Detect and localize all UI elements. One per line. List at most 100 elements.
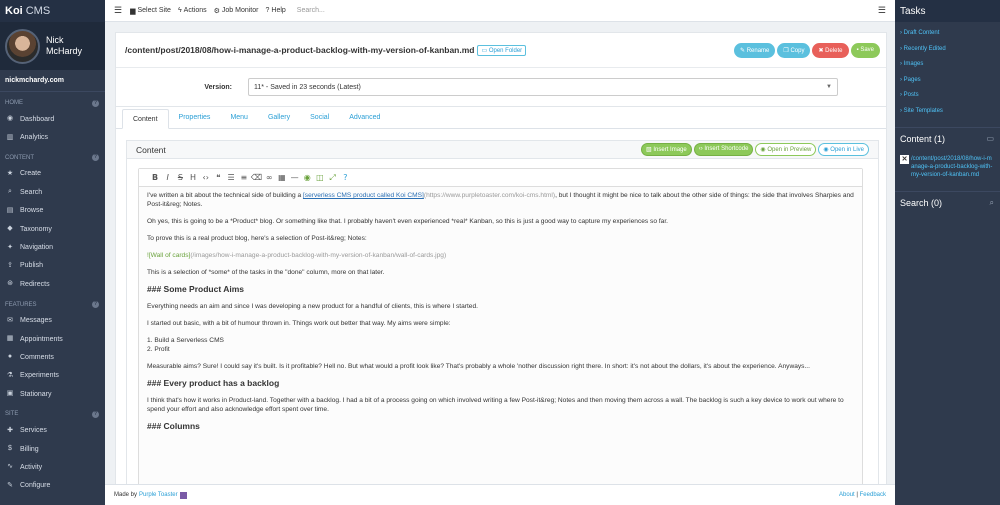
site-name[interactable]: nickmchardy.com [0, 70, 105, 92]
sidebar-item-label: Browse [20, 207, 44, 215]
sidebar-item-publish[interactable]: ⇪ Publish [0, 257, 105, 275]
sidebar-item-configure[interactable]: ✎ Configure [0, 477, 105, 495]
tab-gallery[interactable]: Gallery [258, 108, 300, 128]
version-select[interactable]: 11* - Saved in 23 seconds (Latest) ▼ [248, 78, 838, 96]
table-icon[interactable]: ▦ [276, 173, 288, 182]
open-live-label: Open in Live [830, 147, 864, 153]
about-link[interactable]: About [839, 492, 855, 498]
search-input[interactable]: Search... [297, 7, 325, 14]
folder-open-icon[interactable]: ▭ [986, 134, 994, 143]
task-link-recently-edited[interactable]: › Recently Edited [900, 46, 995, 62]
search-section-header[interactable]: Search (0) ⌕ [895, 191, 1000, 213]
cube-logo-icon [179, 491, 187, 499]
editor-toolbar: B I S H ‹› ❝ ☰ ≡ ⌫ ∞ ▦ — ◉ ◫ ⤢ ? [139, 169, 862, 187]
tab-advanced[interactable]: Advanced [339, 108, 390, 128]
link-icon[interactable]: ∞ [263, 173, 275, 182]
ordered-list-icon[interactable]: ≡ [238, 173, 250, 182]
close-icon[interactable]: ✕ [900, 155, 909, 164]
delete-button[interactable]: ✖ Delete [812, 42, 849, 58]
editor-textarea[interactable]: I've written a bit about the technical s… [139, 187, 862, 505]
sidebar-item-navigation[interactable]: ✦ Navigation [0, 238, 105, 256]
open-folder-button[interactable]: ▭ Open Folder [477, 44, 527, 56]
help-circle-icon[interactable]: ? [339, 173, 351, 182]
sidebar-section-header: Site? [0, 407, 105, 421]
folder-icon: ▤ [6, 206, 14, 214]
sidebar-item-analytics[interactable]: ▥ Analytics [0, 128, 105, 146]
sidebar-item-experiments[interactable]: ⚗ Experiments [0, 367, 105, 385]
task-link-site-templates[interactable]: › Site Templates [900, 108, 995, 124]
chevron-down-icon: ▼ [826, 84, 832, 90]
heading: ### Columns [147, 421, 200, 431]
sidebar-item-search[interactable]: ⌕ Search [0, 183, 105, 201]
job-monitor-button[interactable]: ⚙ Job Monitor [214, 7, 259, 15]
question-icon[interactable]: ? [92, 99, 99, 107]
italic-icon[interactable]: I [162, 173, 174, 182]
section-label: Features [5, 301, 37, 308]
open-preview-button[interactable]: ◉ Open in Preview [755, 143, 817, 156]
sidebar-item-label: Publish [20, 262, 43, 270]
insert-buttons: ▧ Insert Image ‹› Insert Shortcode ◉ Ope… [641, 143, 869, 156]
sidebar-item-dashboard[interactable]: ◉ Dashboard [0, 110, 105, 128]
side-by-side-icon[interactable]: ◫ [314, 173, 326, 182]
task-link-pages[interactable]: › Pages [900, 77, 995, 93]
sidebar-item-billing[interactable]: $ Billing [0, 440, 105, 458]
task-link-draft-content[interactable]: › Draft Content [900, 30, 995, 46]
code-icon[interactable]: ‹› [200, 173, 212, 182]
brand-logo[interactable]: Koi CMS [0, 0, 105, 22]
task-link-label: Draft Content [903, 30, 940, 36]
fullscreen-icon[interactable]: ⤢ [327, 173, 339, 183]
insert-image-button[interactable]: ▧ Insert Image [641, 143, 692, 156]
user-profile[interactable]: Nick McHardy [0, 22, 105, 70]
sidebar-item-services[interactable]: ✚ Services [0, 421, 105, 439]
content-section-header[interactable]: Content (1) ▭ [895, 127, 1000, 149]
tab-content[interactable]: Content [122, 109, 169, 129]
horizontal-rule-icon[interactable]: — [289, 173, 301, 182]
menu-toggle-icon[interactable]: ☰ [114, 5, 122, 16]
help-button[interactable]: ? Help [265, 7, 285, 14]
envelope-icon: ✉ [7, 316, 13, 324]
company-link[interactable]: Purple Toaster [139, 492, 178, 498]
clean-block-icon[interactable]: ⌫ [251, 173, 263, 182]
tab-menu[interactable]: Menu [220, 108, 258, 128]
cogs-icon: ⚙ [213, 7, 220, 15]
image-alt: ![Wall of cards] [147, 252, 191, 259]
sidebar-section-header: Content? [0, 151, 105, 165]
copy-button[interactable]: ❐ Copy [777, 42, 811, 58]
footer-separator: | [856, 492, 858, 498]
sidebar-item-comments[interactable]: ● Comments [0, 348, 105, 366]
tasks-toggle-icon[interactable]: ☰ [878, 5, 886, 16]
open-live-button[interactable]: ◉ Open in Live [818, 143, 869, 156]
preview-eye-icon[interactable]: ◉ [301, 173, 313, 182]
sidebar-item-stationary[interactable]: ▣ Stationary [0, 385, 105, 403]
strikethrough-icon[interactable]: S [174, 173, 186, 182]
sidebar-item-create[interactable]: ★ Create [0, 165, 105, 183]
tab-social[interactable]: Social [300, 108, 339, 128]
tab-properties[interactable]: Properties [169, 108, 221, 128]
question-icon[interactable]: ? [92, 410, 99, 418]
question-icon[interactable]: ? [92, 301, 99, 309]
quote-icon[interactable]: ❝ [212, 173, 224, 182]
content-file-item[interactable]: ✕ /content/post/2018/08/how-i-manage-a-p… [895, 149, 1000, 185]
rename-button[interactable]: ✎ Rename [733, 42, 776, 58]
sidebar-item-browse[interactable]: ▤ Browse [0, 202, 105, 220]
sidebar-item-label: Search [20, 188, 43, 196]
task-link-posts[interactable]: › Posts [900, 92, 995, 108]
sidebar-item-taxonomy[interactable]: ◆ Taxonomy [0, 220, 105, 238]
sidebar-item-activity[interactable]: ∿ Activity [0, 458, 105, 476]
left-sidebar: Koi CMS Nick McHardy nickmchardy.com Home… [0, 0, 105, 505]
actions-button[interactable]: ϟ Actions [178, 7, 207, 14]
sidebar-item-label: Redirects [20, 280, 50, 288]
bold-icon[interactable]: B [149, 173, 161, 182]
feedback-link[interactable]: Feedback [860, 492, 886, 498]
sidebar-item-redirects[interactable]: ⊛ Redirects [0, 275, 105, 293]
task-link-images[interactable]: › Images [900, 61, 995, 77]
question-icon[interactable]: ? [92, 154, 99, 162]
search-icon[interactable]: ⌕ [990, 198, 994, 208]
unordered-list-icon[interactable]: ☰ [225, 173, 237, 182]
heading-icon[interactable]: H [187, 173, 199, 182]
insert-shortcode-button[interactable]: ‹› Insert Shortcode [693, 143, 754, 156]
select-site-button[interactable]: ▆ Select Site [130, 7, 171, 15]
sidebar-item-appointments[interactable]: ▦ Appointments [0, 330, 105, 348]
save-button[interactable]: ▪ Save [850, 42, 880, 58]
sidebar-item-messages[interactable]: ✉ Messages [0, 312, 105, 330]
